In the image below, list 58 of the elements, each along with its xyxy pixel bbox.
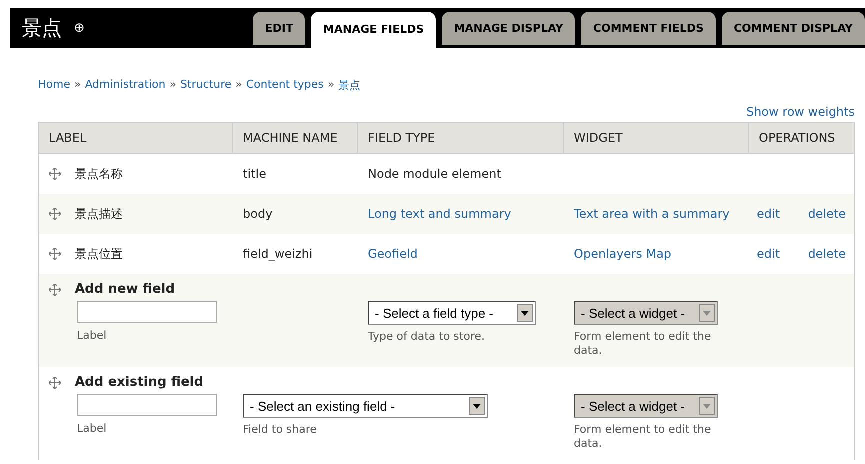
caret-icon — [469, 397, 485, 415]
select-field[interactable]: - Select an existing field - — [243, 394, 488, 418]
drag-handle-icon[interactable] — [49, 208, 61, 220]
delete-link[interactable]: delete — [808, 247, 846, 261]
field-hint: Form element to edit the data. — [574, 423, 712, 450]
show-row-weights-link[interactable]: Show row weights — [746, 105, 855, 119]
edit-link[interactable]: edit — [757, 247, 780, 261]
field-label: 景点位置 — [75, 246, 123, 262]
field-type: Node module element — [368, 167, 502, 181]
field-hint: Label — [77, 329, 108, 344]
field-label: 景点名称 — [75, 166, 123, 182]
edit-link[interactable]: edit — [757, 207, 780, 221]
label-input[interactable] — [77, 301, 217, 323]
breadcrumb-link[interactable]: Structure — [180, 78, 232, 93]
drag-handle-icon[interactable] — [49, 284, 61, 296]
breadcrumb-separator: » — [74, 78, 82, 93]
tab[interactable]: EDIT — [253, 12, 306, 45]
machine-name: field_weizhi — [243, 247, 313, 261]
drag-handle-icon[interactable] — [49, 168, 61, 180]
machine-name: title — [243, 167, 266, 181]
widget-link[interactable]: Openlayers Map — [574, 247, 672, 261]
drag-handle-icon[interactable] — [49, 376, 61, 388]
add-shortcut-link[interactable]: ⊕ — [74, 20, 254, 36]
drag-handle-icon[interactable] — [49, 248, 61, 260]
caret-icon — [699, 304, 715, 322]
delete-link[interactable]: delete — [808, 207, 846, 221]
field-hint: Field to share — [243, 423, 317, 436]
field-label: 景点描述 — [75, 206, 123, 222]
column-header: LABEL — [39, 123, 233, 154]
breadcrumb-link[interactable]: 景点 — [338, 78, 361, 93]
section-title: Add new field — [75, 282, 176, 297]
field-type-link[interactable]: Geofield — [368, 247, 418, 261]
page-title: 景点 — [22, 14, 62, 42]
column-header: WIDGET — [564, 123, 749, 154]
tab[interactable]: COMMENT FIELDS — [581, 12, 716, 45]
breadcrumb-separator: » — [170, 78, 176, 93]
field-hint: Form element to edit the data. — [574, 330, 712, 357]
column-header: OPERATIONS — [749, 123, 854, 154]
breadcrumb-separator: » — [236, 78, 242, 93]
label-input[interactable] — [77, 394, 217, 416]
caret-icon — [699, 397, 715, 415]
machine-name: body — [243, 207, 273, 221]
breadcrumb-link[interactable]: Home — [38, 78, 70, 93]
tab[interactable]: MANAGE FIELDS — [311, 12, 436, 48]
field-hint: Type of data to store. — [368, 330, 485, 343]
select-field[interactable]: - Select a field type - — [368, 301, 536, 325]
caret-icon — [517, 304, 533, 322]
tab[interactable]: MANAGE DISPLAY — [442, 12, 576, 45]
column-header: MACHINE NAME — [233, 123, 358, 154]
field-type-link[interactable]: Long text and summary — [368, 207, 512, 221]
field-hint: Label — [77, 422, 108, 437]
breadcrumb-link[interactable]: Content types — [246, 78, 324, 93]
tab[interactable]: COMMENT DISPLAY — [722, 12, 865, 45]
breadcrumb-link[interactable]: Administration — [85, 78, 166, 93]
breadcrumb-separator: » — [328, 78, 335, 93]
widget-link[interactable]: Text area with a summary — [574, 207, 730, 221]
column-header: FIELD TYPE — [358, 123, 564, 154]
section-title: Add existing field — [75, 375, 204, 390]
